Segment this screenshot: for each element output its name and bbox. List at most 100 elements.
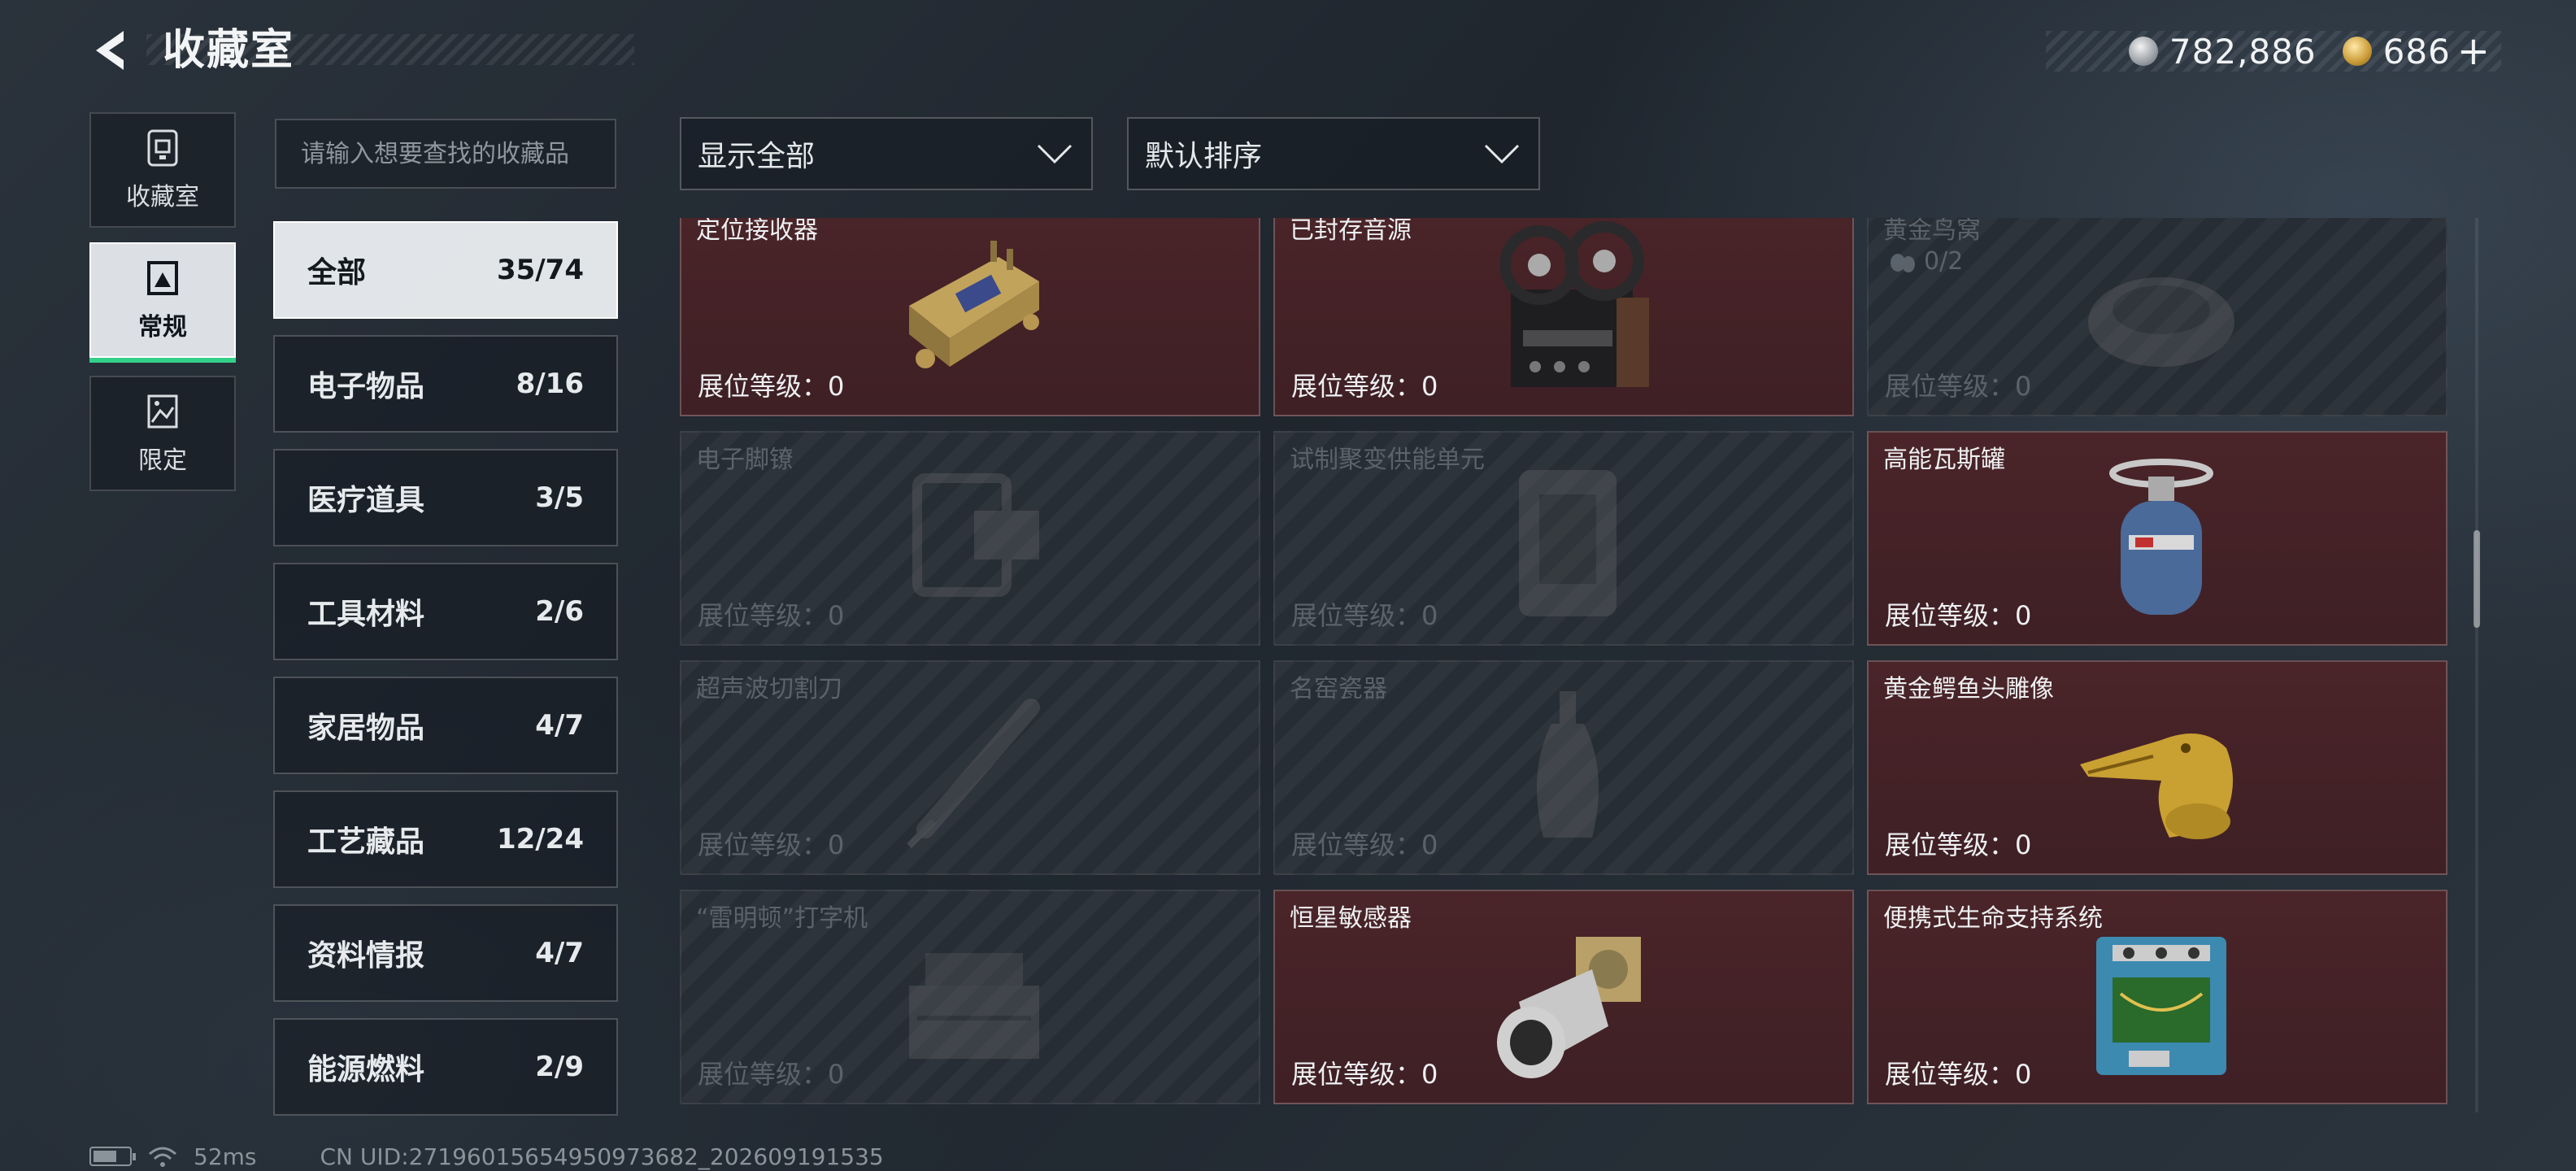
category-intel[interactable]: 资料情报 4/7: [273, 904, 618, 1002]
filter-label: 显示全部: [698, 140, 816, 173]
category-name: 资料情报: [307, 939, 425, 973]
sort-label: 默认排序: [1145, 140, 1263, 173]
star-sensor-icon: [1497, 937, 1641, 1078]
porcelain-vase-icon: [1537, 691, 1599, 838]
add-gold-button[interactable]: +: [2457, 28, 2490, 74]
wifi-icon: [149, 1147, 176, 1167]
booth-level: 展位等级：0: [1885, 600, 2032, 631]
category-name: 工艺藏品: [307, 825, 425, 859]
page-title: 收藏室: [163, 26, 295, 75]
grid-scrollbar-track[interactable]: [2475, 218, 2478, 1112]
booth-level: 展位等级：0: [698, 371, 845, 402]
item-name: 已封存音源: [1290, 218, 1412, 245]
booth-level: 展位等级：0: [1291, 1059, 1438, 1090]
nest-progress: 0/2: [1888, 247, 1963, 276]
life-support-system-icon: [2096, 937, 2226, 1075]
category-count: 4/7: [535, 937, 584, 969]
gold-amount: 686: [2382, 31, 2451, 72]
silver-amount: 782,886: [2169, 31, 2317, 72]
category-crafts[interactable]: 工艺藏品 12/24: [273, 790, 618, 888]
tab-vault-label: 收藏室: [126, 183, 199, 211]
item-name: “雷明顿”打字机: [696, 904, 868, 933]
category-tools[interactable]: 工具材料 2/6: [273, 563, 618, 660]
collection-card[interactable]: 定位接收器 展位等级：0: [680, 218, 1260, 416]
category-household[interactable]: 家居物品 4/7: [273, 677, 618, 774]
collection-card[interactable]: 黄金鳄鱼头雕像 展位等级：0: [1867, 660, 2448, 875]
category-energy[interactable]: 能源燃料 2/9: [273, 1018, 618, 1116]
category-all[interactable]: 全部 35/74: [273, 221, 618, 319]
booth-level: 展位等级：0: [1291, 829, 1438, 860]
filter-dropdown[interactable]: 显示全部: [680, 117, 1093, 190]
grid-scrollbar-thumb[interactable]: [2474, 530, 2480, 628]
reel-tape-recorder-icon: [1499, 221, 1649, 387]
ankle-monitor-icon: [912, 473, 1039, 597]
category-medical[interactable]: 医疗道具 3/5: [273, 449, 618, 546]
category-name: 能源燃料: [307, 1053, 425, 1086]
nest-progress-value: 0/2: [1924, 247, 1964, 276]
collection-card[interactable]: “雷明顿”打字机 展位等级：0: [680, 890, 1260, 1104]
tab-limited[interactable]: 限定: [89, 376, 236, 491]
picture-frame-icon: [147, 261, 178, 295]
booth-level: 展位等级：0: [698, 1059, 845, 1090]
chevron-down-icon: [1037, 144, 1073, 164]
back-arrow-icon[interactable]: [88, 26, 137, 75]
category-name: 家居物品: [307, 712, 425, 745]
booth-level: 展位等级：0: [1885, 829, 2032, 860]
collection-card[interactable]: 电子脚镣 展位等级：0: [680, 431, 1260, 646]
category-name: 全部: [307, 256, 367, 289]
collection-grid: 定位接收器 展位等级：0 已封存音源 展位等级：0 黄金鸟窝 0/2 展位等级：…: [680, 218, 2461, 1114]
typewriter-icon: [909, 953, 1039, 1059]
collection-card[interactable]: 试制聚变供能单元 展位等级：0: [1273, 431, 1854, 646]
collection-card[interactable]: 已封存音源 展位等级：0: [1273, 218, 1854, 416]
header: 收藏室: [81, 21, 634, 78]
collection-card[interactable]: 恒星敏感器 展位等级：0: [1273, 890, 1854, 1104]
gas-tank-icon: [2109, 459, 2213, 615]
egg-icon: [1891, 253, 1915, 272]
category-name: 工具材料: [307, 598, 425, 631]
category-count: 3/5: [535, 481, 584, 514]
sort-dropdown[interactable]: 默认排序: [1127, 117, 1540, 190]
tab-vault[interactable]: 收藏室: [89, 112, 236, 228]
currency-bar: 782,886 686 +: [2046, 28, 2501, 74]
category-count: 2/9: [535, 1051, 584, 1083]
tab-regular-label: 常规: [138, 313, 187, 342]
item-name: 超声波切割刀: [696, 675, 842, 703]
category-count: 2/6: [535, 595, 584, 628]
golden-crocodile-statue-icon: [2080, 734, 2233, 839]
gold-coin-icon: [2342, 37, 2372, 66]
gps-receiver-icon: [909, 241, 1039, 368]
category-count: 12/24: [496, 823, 584, 855]
vault-icon: [147, 129, 178, 167]
collection-card[interactable]: 黄金鸟窝 0/2 展位等级：0: [1867, 218, 2448, 416]
item-name: 试制聚变供能单元: [1290, 446, 1485, 474]
fusion-cell-icon: [1519, 470, 1617, 616]
item-name: 恒星敏感器: [1290, 904, 1412, 933]
battery-icon: [89, 1147, 136, 1166]
category-electronics[interactable]: 电子物品 8/16: [273, 335, 618, 433]
silver-coin-icon: [2128, 37, 2158, 66]
chevron-down-icon: [1484, 144, 1520, 164]
user-uid: CN UID:27196015654950973682_202609191535: [320, 1143, 884, 1170]
search-input[interactable]: [275, 119, 616, 189]
limited-frame-icon: [147, 394, 178, 429]
booth-level: 展位等级：0: [1291, 371, 1438, 402]
category-count: 8/16: [516, 368, 584, 400]
golden-nest-icon: [2088, 277, 2234, 367]
category-name: 医疗道具: [307, 484, 425, 517]
booth-level: 展位等级：0: [1291, 600, 1438, 631]
category-count: 4/7: [535, 709, 584, 742]
item-name: 定位接收器: [696, 218, 818, 245]
item-name: 高能瓦斯罐: [1883, 446, 2005, 474]
status-footer: 52ms CN UID:27196015654950973682_2026091…: [89, 1142, 884, 1171]
tab-regular[interactable]: 常规: [89, 242, 236, 363]
item-name: 电子脚镣: [696, 446, 794, 474]
collection-card[interactable]: 便携式生命支持系统 展位等级：0: [1867, 890, 2448, 1104]
item-name: 名窑瓷器: [1290, 675, 1387, 703]
booth-level: 展位等级：0: [698, 829, 845, 860]
tab-limited-label: 限定: [138, 446, 187, 475]
collection-card[interactable]: 超声波切割刀 展位等级：0: [680, 660, 1260, 875]
collection-card[interactable]: 高能瓦斯罐 展位等级：0: [1867, 431, 2448, 646]
collection-card[interactable]: 名窑瓷器 展位等级：0: [1273, 660, 1854, 875]
ping-value: 52ms: [194, 1143, 257, 1170]
booth-level: 展位等级：0: [1885, 1059, 2032, 1090]
